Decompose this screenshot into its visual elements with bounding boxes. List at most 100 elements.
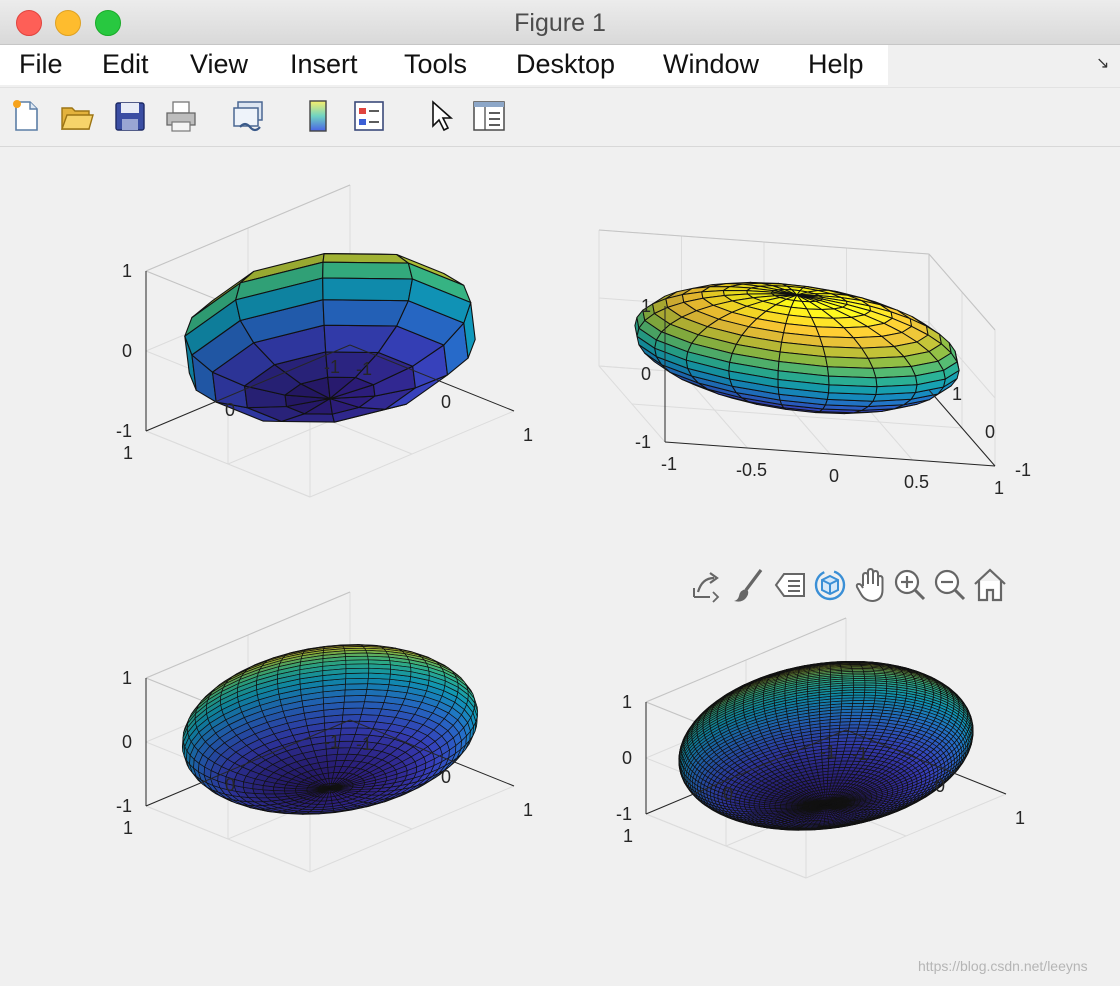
save-icon[interactable] — [112, 98, 148, 134]
chart-2-z-tick-label: -1 — [635, 432, 651, 452]
chart-3-surface-patch — [344, 683, 369, 691]
chart-4-surface-patch — [849, 721, 861, 726]
chart-3-z-tick-label: 1 — [122, 668, 132, 688]
chart-4-surface-patch — [846, 734, 857, 739]
dock-figure-icon[interactable]: ↘ — [1096, 53, 1109, 73]
chart-1-surface-patch — [322, 253, 409, 264]
chart-4-surface-patch — [851, 708, 863, 713]
chart-3-x-tick-label: 1 — [523, 800, 533, 820]
chart-4-z-tick-label: -1 — [616, 804, 632, 824]
chart-4-x-tick-label: -1 — [852, 744, 868, 764]
chart-1-surface-patch — [322, 277, 413, 302]
chart-3-z-tick-label: -1 — [116, 796, 132, 816]
chart-3-surface-patch — [343, 701, 365, 709]
chart-3-surface-patch — [343, 695, 367, 703]
chart-4-y-tick-label: 1 — [623, 826, 633, 846]
pan-icon[interactable] — [852, 566, 888, 604]
menu-view[interactable]: View — [190, 49, 248, 80]
chart-1-x-tick-label: 0 — [441, 392, 451, 412]
chart-4-surface-patch — [851, 702, 864, 707]
chart-2-x-tick-label: 1 — [994, 478, 1004, 498]
chart-4-surface-patch — [830, 685, 843, 690]
zoom-in-icon[interactable] — [892, 566, 928, 604]
menu-strip: File Edit View Insert Tools Desktop Wind… — [0, 45, 888, 85]
chart-4-x-tick-label: 0 — [935, 776, 945, 796]
chart-2-z-tick-label: 0 — [641, 364, 651, 384]
chart-3-x-tick-label: 0 — [441, 767, 451, 787]
chart-3-y-tick-label: 0 — [225, 775, 235, 795]
chart-1-x-tick-label: 1 — [523, 425, 533, 445]
menu-desktop[interactable]: Desktop — [516, 49, 615, 80]
chart-4-surface-patch — [851, 705, 864, 710]
chart-4-surface-patch — [875, 684, 888, 689]
chart-1-surface-patch — [322, 299, 409, 327]
open-file-icon[interactable] — [59, 98, 95, 134]
chart-1-z-tick-label: 0 — [122, 341, 132, 361]
chart-4-z-tick-label: 1 — [622, 692, 632, 712]
data-tips-icon[interactable] — [772, 566, 808, 604]
link-plot-icon[interactable] — [231, 98, 267, 134]
chart-3-y-tick-label: -1 — [324, 732, 340, 752]
figure-window: Figure 1 File Edit View Insert Tools Des… — [0, 0, 1120, 986]
chart-4-surface-patch — [841, 684, 855, 689]
menu-edit[interactable]: Edit — [102, 49, 149, 80]
chart-3-surface-patch — [345, 672, 370, 680]
menu-window[interactable]: Window — [663, 49, 759, 80]
chart-4-surface-patch — [850, 711, 863, 716]
chart-4-y-tick-label: -1 — [820, 742, 836, 762]
menu-bar: File Edit View Insert Tools Desktop Wind… — [0, 45, 1120, 86]
chart-2-x-tick-label: 0 — [829, 466, 839, 486]
chart-4-surface-patch — [852, 700, 865, 704]
chart-3-z-tick-label: 0 — [122, 732, 132, 752]
chart-2-x-axis — [664, 441, 996, 467]
export-icon[interactable] — [688, 566, 724, 604]
menu-file[interactable]: File — [19, 49, 63, 80]
chart-4-surface-patch — [853, 684, 866, 688]
chart-2-surface — [634, 281, 960, 415]
chart-2-y-tick-label: 1 — [952, 384, 962, 404]
chart-2-z-tick-label: 1 — [641, 296, 651, 316]
chart-2-x-tick-label: -0.5 — [736, 460, 767, 480]
chart-3-surface-patch — [345, 667, 370, 674]
brush-icon[interactable] — [730, 566, 766, 604]
print-icon[interactable] — [163, 98, 199, 134]
chart-3-y-tick-label: 1 — [123, 818, 133, 838]
rotate-3d-icon[interactable] — [812, 566, 848, 604]
title-bar[interactable]: Figure 1 — [0, 0, 1120, 45]
menu-insert[interactable]: Insert — [290, 49, 358, 80]
chart-4-surface-patch — [850, 714, 862, 719]
chart-3-surface-patch — [340, 727, 358, 736]
chart-3-x-tick-label: -1 — [356, 734, 372, 754]
chart-3-surface-patch — [359, 714, 380, 723]
edit-plot-pointer-icon[interactable] — [422, 98, 458, 134]
home-icon[interactable] — [972, 566, 1008, 604]
chart-4-z-tick-label: 0 — [622, 748, 632, 768]
chart-4-surface-patch — [864, 684, 877, 689]
chart-4-surface-patch — [856, 730, 867, 736]
legend-icon[interactable] — [351, 98, 387, 134]
chart-2-surface-patch — [828, 384, 878, 395]
chart-1-y-tick-label: 0 — [225, 400, 235, 420]
chart-4-surface-patch — [848, 727, 859, 732]
menu-tools[interactable]: Tools — [404, 49, 467, 80]
colorbar-icon[interactable] — [300, 98, 336, 134]
chart-3-surface-patch — [368, 667, 391, 675]
menu-help[interactable]: Help — [808, 49, 864, 80]
chart-3-surface-patch — [284, 790, 297, 794]
property-inspector-icon[interactable] — [471, 98, 507, 134]
zoom-out-icon[interactable] — [932, 566, 968, 604]
chart-4-surface-patch — [848, 724, 860, 729]
chart-1-z-tick-label: -1 — [116, 421, 132, 441]
chart-1-y-tick-label: 1 — [123, 443, 133, 463]
chart-4-surface-patch — [849, 718, 862, 722]
chart-4-surface-patch — [845, 737, 856, 742]
figure-toolbar — [0, 87, 1120, 147]
chart-2-x-tick-label: -1 — [661, 454, 677, 474]
new-figure-icon[interactable] — [8, 98, 44, 134]
chart-4-surface-patch — [853, 689, 866, 693]
chart-1-y-tick-label: -1 — [324, 357, 340, 377]
chart-2-x-tick-label: 0.5 — [904, 472, 929, 492]
chart-2-y-tick-label: -1 — [1015, 460, 1031, 480]
chart-3-surface-patch — [345, 677, 369, 685]
chart-4-x-tick-label: 1 — [1015, 808, 1025, 828]
